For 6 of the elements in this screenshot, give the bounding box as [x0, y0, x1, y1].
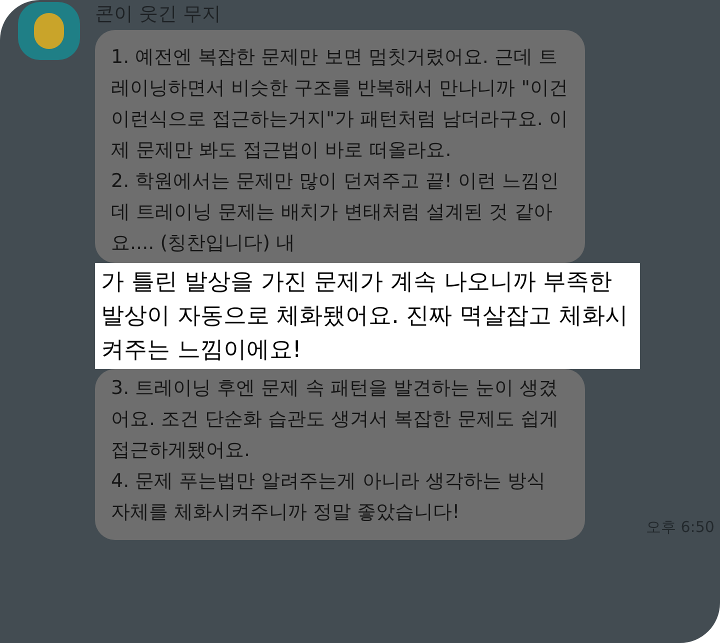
message-text: 4. 문제 푸는법만 알려주는게 아니라 생각하는 방식 자체를 체화시켜주니까 정말 좋았습니다!: [110, 469, 546, 525]
highlighted-text: 가 틀린 발상을 가진 문제가 계속 나오니까 부족한 발상이 자동으로 체화됐어요. 진짜 멱살잡고 체화시켜주는 느낌이에요!: [95, 263, 640, 369]
message-text: 2. 학원에서는 문제만 많이 던져주고 끝! 이런 느낌인데 트레이닝 문제는 배치가 변태처럼 설계된 것 같아요.... (칭찬입니다) 내: [110, 169, 560, 256]
avatar-icon: [18, 2, 80, 60]
message-text: 3. 트레이닝 후엔 문제 속 패턴을 발견하는 눈이 생겼어요. 조건 단순화 습관도 생겨서 복잡한 문제도 쉽게 접근하게됐어요.: [110, 376, 560, 463]
message-text: 1. 예전엔 복잡한 문제만 보면 멈칫거렸어요. 근데 트레이닝하면서 비슷한 구조를 반복해서 만나니까 "이건 이런식으로 접근하는거지"가 패턴처럼 남더라구요. 이제 문제만 봐도 접근법이 바로 떠올라요.: [110, 45, 569, 163]
